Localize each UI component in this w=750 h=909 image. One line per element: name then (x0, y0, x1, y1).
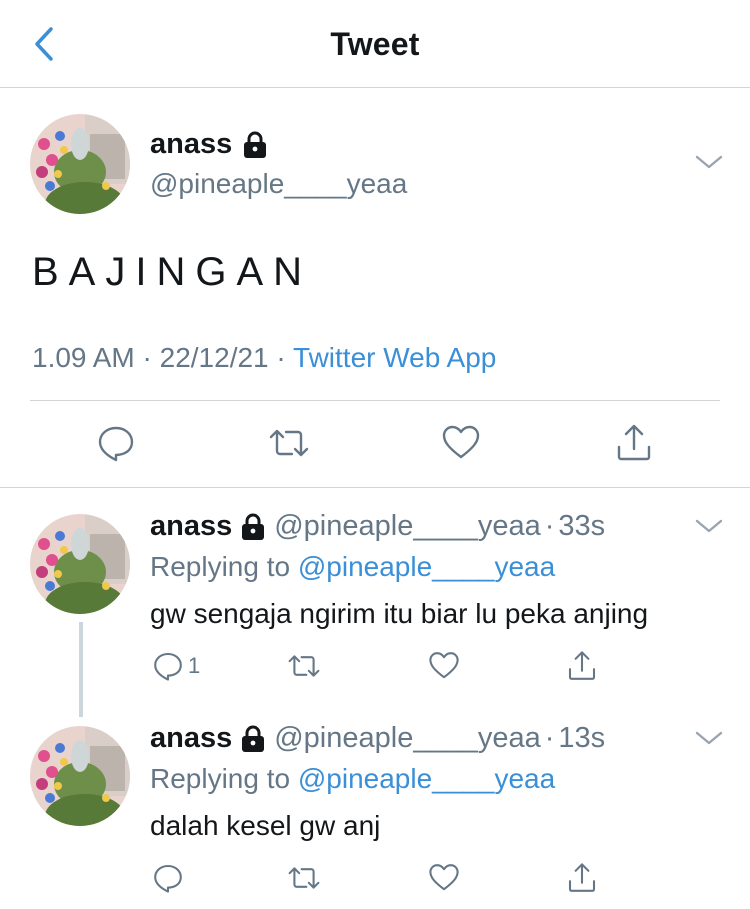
nav-header: Tweet (0, 0, 750, 88)
replying-to-label: Replying to (150, 763, 291, 794)
replying-to-mention[interactable]: @pineaple____yeaa (298, 551, 555, 582)
like-button[interactable] (439, 421, 483, 465)
tweet-text: BAJINGAN (32, 250, 313, 294)
lock-icon (242, 513, 265, 540)
chevron-down-icon (695, 731, 723, 745)
share-icon (617, 424, 651, 461)
replying-to-label: Replying to (150, 551, 291, 582)
reply-icon (154, 864, 182, 893)
chevron-down-icon (695, 155, 723, 169)
avatar-image (30, 514, 130, 614)
reply-header: anass @pineaple____yeaa · 33s (150, 510, 605, 543)
share-button[interactable] (566, 858, 598, 898)
lock-icon (244, 131, 267, 158)
retweet-icon (269, 429, 309, 457)
reply-button[interactable] (152, 858, 188, 898)
section-divider (0, 487, 750, 488)
author-handle[interactable]: @pineaple____yeaa (150, 168, 407, 200)
like-icon (429, 652, 459, 679)
reply-time: 13s (558, 722, 606, 754)
share-button[interactable] (612, 421, 656, 465)
lock-icon (242, 725, 265, 752)
tweet-source-link[interactable]: Twitter Web App (293, 342, 496, 373)
retweet-icon (288, 655, 320, 677)
reply-options-button[interactable] (694, 728, 724, 748)
like-icon (429, 864, 459, 891)
meta-separator: · (142, 342, 152, 373)
reply-separator: · (544, 510, 555, 542)
share-icon (568, 863, 596, 892)
reply-actions (148, 858, 608, 898)
replying-to: Replying to @pineaple____yeaa (150, 763, 555, 795)
chevron-down-icon (695, 519, 723, 533)
reply-header: anass @pineaple____yeaa · 13s (150, 722, 605, 755)
share-button[interactable] (566, 646, 598, 686)
reply-text: gw sengaja ngirim itu biar lu peka anjin… (150, 598, 649, 629)
reply-separator: · (544, 722, 555, 754)
reply-button[interactable] (94, 421, 138, 465)
reply-icon (154, 652, 182, 681)
avatar-image (30, 726, 130, 826)
retweet-button[interactable] (286, 646, 322, 686)
author-name-row[interactable]: anass (150, 128, 268, 161)
reply-avatar[interactable] (30, 514, 130, 614)
tweet-options-button[interactable] (694, 152, 724, 172)
reply-avatar[interactable] (30, 726, 130, 826)
retweet-button[interactable] (267, 421, 311, 465)
reply-button[interactable]: 1 (152, 646, 200, 686)
reply-count: 1 (188, 653, 201, 678)
reply-actions: 1 (148, 646, 608, 686)
tweet-meta: 1.09 AM · 22/12/21 · Twitter Web App (32, 342, 496, 374)
share-icon (568, 651, 596, 680)
reply-author-name[interactable]: anass (150, 722, 232, 755)
author-name[interactable]: anass (150, 128, 232, 161)
replying-to-mention[interactable]: @pineaple____yeaa (298, 763, 555, 794)
replying-to: Replying to @pineaple____yeaa (150, 551, 555, 583)
avatar-image (30, 114, 130, 214)
page-title: Tweet (330, 26, 420, 62)
retweet-button[interactable] (286, 858, 322, 898)
tweet-actions (30, 418, 720, 468)
like-icon (442, 425, 480, 459)
reply-icon (98, 426, 134, 462)
reply-author-name[interactable]: anass (150, 510, 232, 543)
meta-separator: · (276, 342, 286, 373)
reply-time: 33s (558, 510, 606, 542)
tweet-time: 1.09 AM (32, 342, 135, 373)
like-button[interactable] (428, 646, 460, 686)
thread-line (79, 622, 83, 717)
retweet-icon (288, 867, 320, 889)
reply-text: dalah kesel gw anj (150, 810, 381, 841)
reply-author-handle[interactable]: @pineaple____yeaa (274, 510, 541, 543)
reply-options-button[interactable] (694, 516, 724, 536)
divider (30, 400, 720, 401)
tweet-date: 22/12/21 (159, 342, 269, 373)
reply-author-handle[interactable]: @pineaple____yeaa (274, 722, 541, 755)
avatar[interactable] (30, 114, 130, 214)
like-button[interactable] (428, 858, 460, 898)
